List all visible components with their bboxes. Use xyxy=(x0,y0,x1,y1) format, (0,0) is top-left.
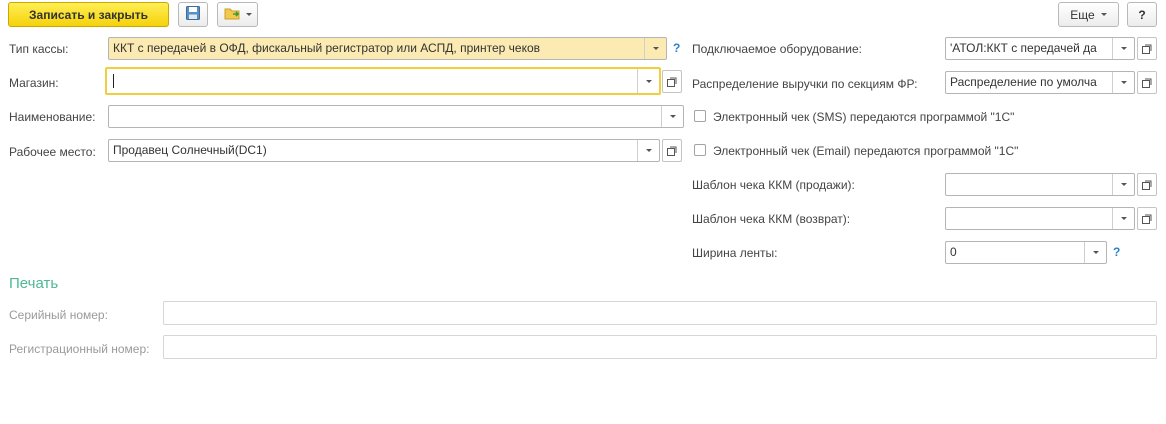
revenue-select[interactable]: Распределение по умолча xyxy=(945,71,1135,94)
dropdown-button[interactable] xyxy=(1084,242,1106,263)
store-label: Магазин: xyxy=(9,76,59,90)
template-sale-select[interactable] xyxy=(945,173,1135,196)
template-return-value xyxy=(946,208,1112,229)
store-open-button[interactable] xyxy=(662,70,682,93)
equipment-label: Подключаемое оборудование: xyxy=(692,42,862,56)
chevron-down-icon xyxy=(1092,251,1099,254)
chevron-down-icon xyxy=(1100,13,1107,16)
more-button[interactable]: Еще xyxy=(1058,2,1119,27)
print-section-title: Печать xyxy=(9,275,59,292)
tape-width-label: Ширина ленты: xyxy=(692,246,778,260)
template-return-select[interactable] xyxy=(945,207,1135,230)
kassa-type-label: Тип кассы: xyxy=(9,42,69,56)
save-and-close-button[interactable]: Записать и закрыть xyxy=(8,2,169,27)
dropdown-button[interactable] xyxy=(1112,174,1134,195)
dropdown-button[interactable] xyxy=(1112,38,1134,59)
more-label: Еще xyxy=(1070,7,1095,22)
revenue-open-button[interactable] xyxy=(1137,71,1157,94)
chevron-down-icon xyxy=(652,47,659,50)
email-checkbox[interactable] xyxy=(694,144,706,156)
template-return-label: Шаблон чека ККМ (возврат): xyxy=(692,212,851,226)
kassa-type-help[interactable]: ? xyxy=(673,41,680,55)
dropdown-button[interactable] xyxy=(637,140,659,161)
tape-width-help[interactable]: ? xyxy=(1113,245,1120,259)
save-button[interactable] xyxy=(178,2,208,27)
name-label: Наименование: xyxy=(9,110,96,124)
template-sale-value xyxy=(946,174,1112,195)
chevron-down-icon xyxy=(645,79,652,83)
dropdown-button[interactable] xyxy=(1112,208,1134,229)
chevron-down-icon xyxy=(245,13,252,16)
reg-input[interactable] xyxy=(163,335,1157,359)
chevron-down-icon xyxy=(1120,81,1127,84)
open-window-icon xyxy=(667,77,677,87)
create-based-on-button[interactable] xyxy=(217,2,258,27)
dropdown-button[interactable] xyxy=(661,106,683,127)
reg-label: Регистрационный номер: xyxy=(9,342,150,356)
revenue-value: Распределение по умолча xyxy=(950,75,1097,89)
open-window-icon xyxy=(1142,44,1152,54)
help-label: ? xyxy=(1138,7,1146,22)
email-checkbox-label: Электронный чек (Email) передаются прогр… xyxy=(713,144,1019,158)
equipment-open-button[interactable] xyxy=(1137,37,1157,60)
tape-width-value: 0 xyxy=(950,245,957,259)
dropdown-button[interactable] xyxy=(644,38,666,59)
sms-checkbox[interactable] xyxy=(694,110,706,122)
chevron-down-icon xyxy=(1120,217,1127,220)
open-window-icon xyxy=(667,146,677,156)
store-input[interactable] xyxy=(105,67,661,95)
chevron-down-icon xyxy=(1120,183,1127,186)
dropdown-button[interactable] xyxy=(1112,72,1134,93)
help-button[interactable]: ? xyxy=(1127,2,1157,27)
equipment-select[interactable]: 'АТОЛ:ККТ с передачей да xyxy=(945,37,1135,60)
open-window-icon xyxy=(1142,214,1152,224)
serial-label: Серийный номер: xyxy=(9,308,108,322)
folder-arrow-icon xyxy=(224,5,242,24)
workplace-select[interactable]: Продавец Солнечный(DC1) xyxy=(108,139,660,162)
open-window-icon xyxy=(1142,180,1152,190)
workplace-value: Продавец Солнечный(DC1) xyxy=(113,143,267,157)
dropdown-button[interactable] xyxy=(637,69,659,93)
floppy-disk-icon xyxy=(185,5,201,24)
template-return-open-button[interactable] xyxy=(1137,207,1157,230)
chevron-down-icon xyxy=(1120,47,1127,50)
serial-input[interactable] xyxy=(163,301,1157,325)
template-sale-label: Шаблон чека ККМ (продажи): xyxy=(692,178,855,192)
template-sale-open-button[interactable] xyxy=(1137,173,1157,196)
name-input[interactable] xyxy=(108,105,684,128)
name-value xyxy=(109,106,661,127)
kassa-type-select[interactable]: ККТ с передачей в ОФД, фискальный регист… xyxy=(108,37,667,60)
tape-width-input[interactable]: 0 xyxy=(945,241,1107,264)
workplace-label: Рабочее место: xyxy=(9,145,96,159)
workplace-open-button[interactable] xyxy=(662,139,682,162)
save-and-close-label: Записать и закрыть xyxy=(29,7,148,22)
kassa-type-value: ККТ с передачей в ОФД, фискальный регист… xyxy=(113,41,541,55)
text-caret xyxy=(113,74,114,88)
equipment-value: 'АТОЛ:ККТ с передачей да xyxy=(950,41,1097,55)
open-window-icon xyxy=(1142,78,1152,88)
chevron-down-icon xyxy=(645,149,652,152)
sms-checkbox-label: Электронный чек (SMS) передаются програм… xyxy=(713,110,1015,124)
chevron-down-icon xyxy=(669,115,676,118)
revenue-label: Распределение выручки по секциям ФР: xyxy=(692,77,918,91)
store-value xyxy=(107,69,637,93)
